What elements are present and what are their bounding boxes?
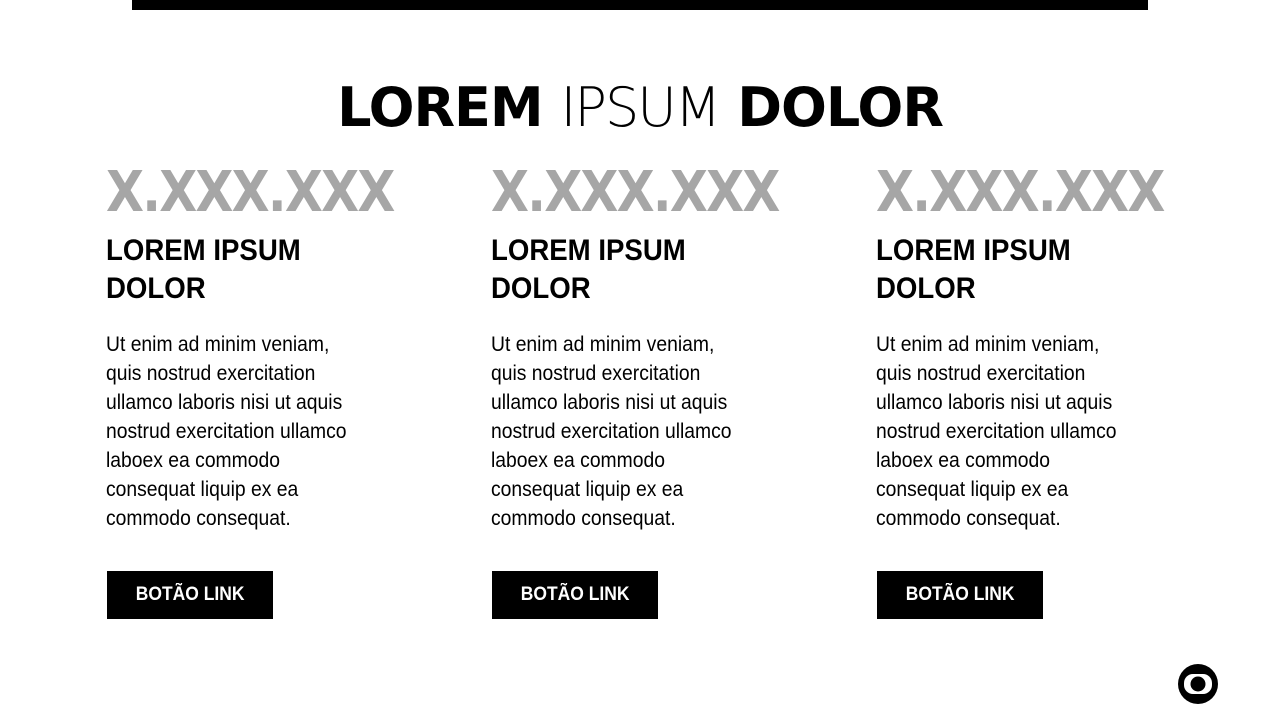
column-body-text: Ut enim ad minim veniam, quis nostrud ex… [106,333,347,530]
page-title: LOREM IPSUM DOLOR [0,78,1280,138]
column-2: X.XXX.XXX LOREM IPSUM DOLOR Ut enim ad m… [491,160,821,619]
page-title-part-2: IPSUM [560,76,722,139]
column-body-text: Ut enim ad minim veniam, quis nostrud ex… [491,333,732,530]
column-heading: LOREM IPSUM DOLOR [876,234,1071,305]
column-3: X.XXX.XXX LOREM IPSUM DOLOR Ut enim ad m… [876,160,1206,619]
column-heading: LOREM IPSUM DOLOR [491,234,686,305]
column-body-text: Ut enim ad minim veniam, quis nostrud ex… [876,333,1117,530]
link-button-label: BOTÃO LINK [905,584,1015,605]
link-button[interactable]: BOTÃO LINK [877,571,1043,619]
stat-value: X.XXX.XXX [491,160,780,225]
stat-value: X.XXX.XXX [876,160,1165,225]
top-bar [132,0,1148,10]
column-heading: LOREM IPSUM DOLOR [106,234,301,305]
stat-value: X.XXX.XXX [106,160,395,225]
link-button-label: BOTÃO LINK [520,584,630,605]
page-title-part-1: LOREM [337,76,544,139]
link-button[interactable]: BOTÃO LINK [492,571,658,619]
link-button[interactable]: BOTÃO LINK [107,571,273,619]
link-button-label: BOTÃO LINK [135,584,245,605]
page-title-part-3: DOLOR [737,76,944,139]
column-1: X.XXX.XXX LOREM IPSUM DOLOR Ut enim ad m… [106,160,436,619]
globo-logo-icon [1178,664,1218,704]
